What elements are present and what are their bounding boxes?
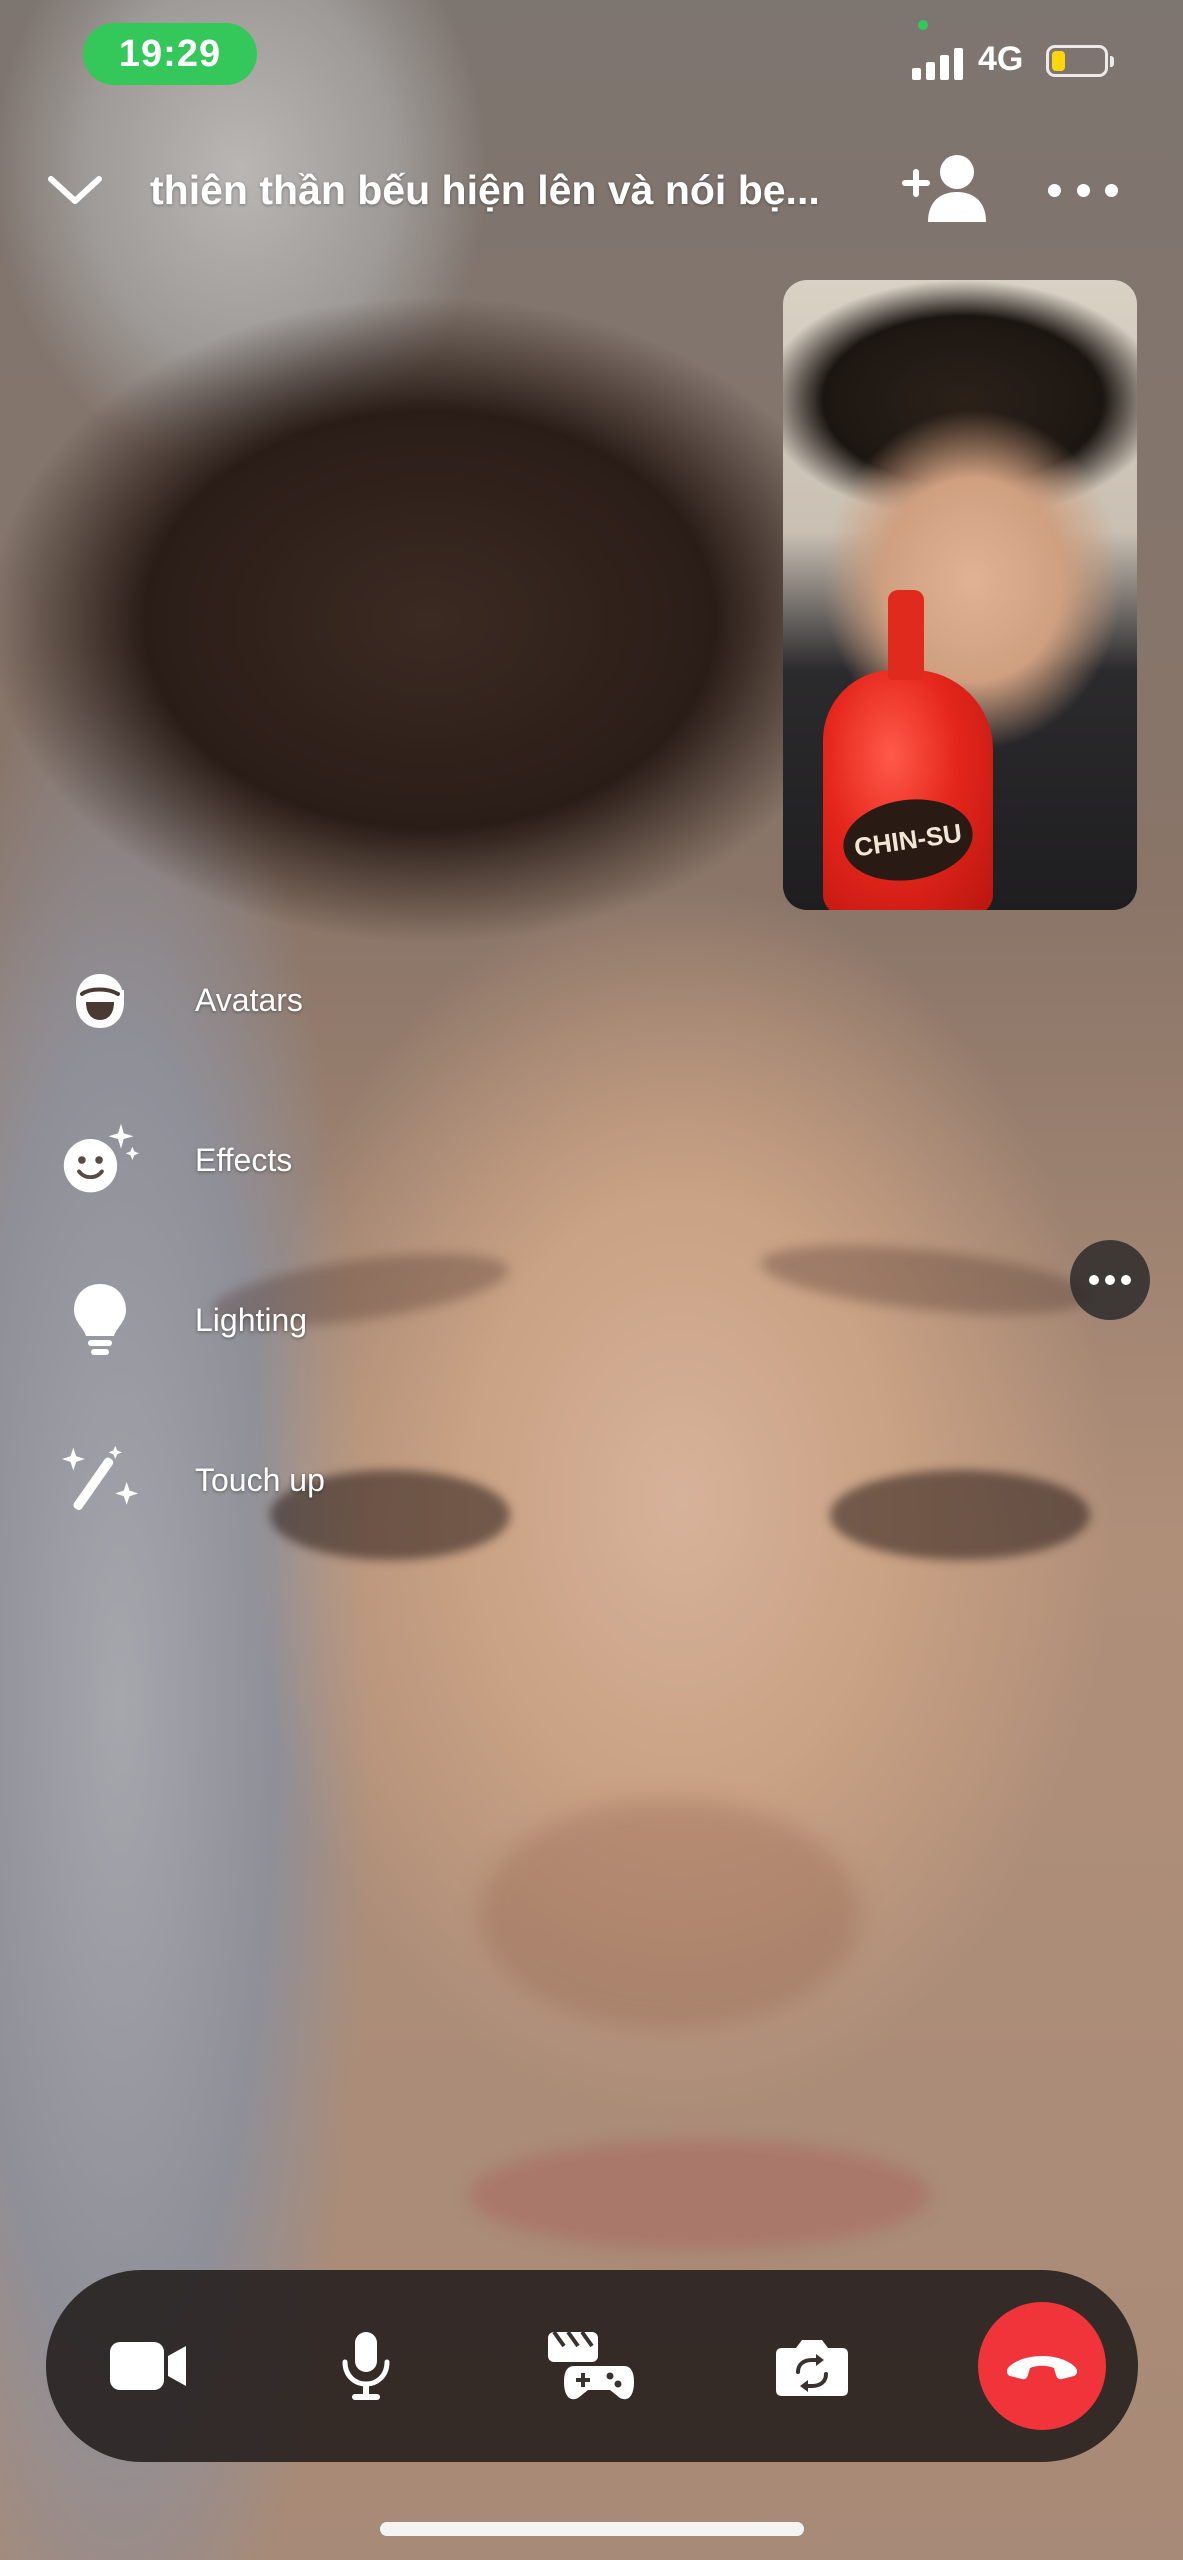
battery-icon — [1046, 45, 1114, 77]
add-person-icon — [902, 155, 986, 222]
video-shading — [757, 1232, 1093, 1328]
toggle-microphone-button[interactable] — [316, 2316, 416, 2416]
menu-item-effects[interactable]: Effects — [60, 1120, 460, 1200]
minimize-call-button[interactable] — [40, 160, 110, 220]
magic-wand-icon — [60, 1440, 140, 1520]
flip-camera-icon — [776, 2340, 848, 2396]
menu-item-label: Effects — [195, 1141, 293, 1178]
participant-more-button[interactable] — [1070, 1240, 1150, 1320]
flip-camera-button[interactable] — [762, 2316, 862, 2416]
call-control-bar — [46, 2270, 1138, 2462]
home-indicator[interactable] — [380, 2522, 804, 2536]
avatar-icon — [60, 960, 140, 1040]
video-camera-icon — [110, 2342, 186, 2390]
more-horizontal-icon — [1121, 1275, 1131, 1285]
network-type: 4G — [978, 40, 1024, 78]
chevron-down-icon — [48, 176, 102, 204]
call-title: thiên thần bếu hiện lên và nói bẹ... — [150, 167, 820, 213]
more-horizontal-icon — [1105, 183, 1118, 197]
games-icon — [548, 2330, 634, 2400]
menu-item-label: Touch up — [195, 1461, 325, 1498]
add-person-button[interactable] — [900, 150, 990, 230]
battery-level-fill — [1052, 51, 1065, 71]
menu-item-label: Lighting — [195, 1301, 308, 1338]
more-horizontal-icon — [1076, 183, 1090, 197]
lightbulb-icon — [60, 1280, 140, 1360]
games-button[interactable] — [540, 2316, 640, 2416]
effects-smiley-icon — [60, 1120, 140, 1200]
more-horizontal-icon — [1105, 1275, 1115, 1285]
menu-item-touch-up[interactable]: Touch up — [60, 1440, 460, 1520]
video-shading — [830, 1470, 1090, 1560]
more-horizontal-icon — [1048, 183, 1061, 197]
menu-item-avatars[interactable]: Avatars — [60, 960, 460, 1040]
toggle-video-button[interactable] — [98, 2316, 198, 2416]
video-shading — [470, 2140, 930, 2250]
more-horizontal-icon — [1089, 1275, 1099, 1285]
more-options-button[interactable] — [1048, 160, 1118, 220]
video-call-screen: 19:29 4G thiên thần bếu hiện lên và nói … — [0, 0, 1183, 2560]
camera-in-use-indicator — [918, 20, 928, 30]
end-call-button[interactable] — [978, 2302, 1106, 2430]
signal-strength-icon — [912, 46, 966, 80]
video-shading — [480, 1800, 860, 2030]
menu-item-label: Avatars — [195, 981, 303, 1018]
self-view-video[interactable]: CHIN-SU — [783, 280, 1137, 910]
end-call-icon — [1006, 2356, 1078, 2380]
status-time: 19:29 — [83, 23, 257, 85]
menu-item-lighting[interactable]: Lighting — [60, 1280, 460, 1360]
microphone-icon — [342, 2332, 390, 2400]
